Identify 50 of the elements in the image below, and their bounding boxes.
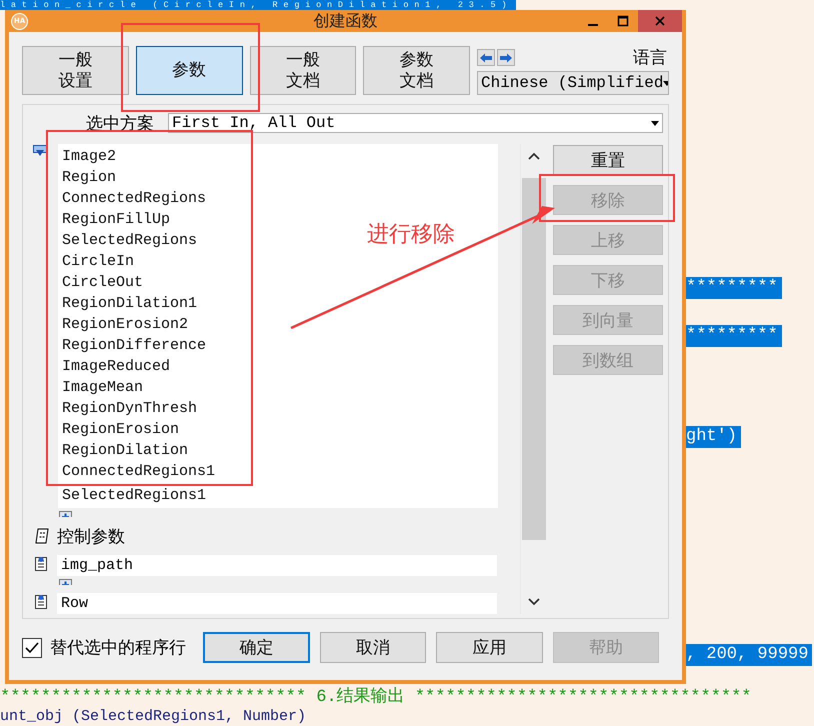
- tab[interactable]: 参数: [136, 46, 242, 95]
- code-line: ****************************** 6.结果输出 *********************************: [0, 688, 753, 708]
- annotation-text: 进行移除: [367, 221, 455, 249]
- parameter-icon: [35, 595, 47, 609]
- tab[interactable]: 一般设置: [22, 46, 129, 95]
- window-title: 创建函数: [314, 10, 378, 32]
- checkbox-label: 替代选中的程序行: [50, 637, 186, 659]
- add-icon[interactable]: [59, 511, 72, 517]
- tab[interactable]: 参数文档: [363, 46, 470, 95]
- tab[interactable]: 一般文档: [250, 46, 356, 95]
- dialog-button[interactable]: 取消: [320, 632, 426, 663]
- checkbox[interactable]: [22, 638, 42, 658]
- parameter-item[interactable]: Image2: [62, 146, 116, 167]
- parameter-item[interactable]: ImageMean: [62, 377, 144, 398]
- scrollbar[interactable]: [520, 144, 546, 614]
- scheme-dropdown[interactable]: First In, All Out: [168, 113, 663, 133]
- scroll-thumb[interactable]: [522, 178, 546, 540]
- language-label: 语言: [633, 47, 667, 69]
- object-parameter-icon: [33, 145, 47, 157]
- parameter-item[interactable]: ConnectedRegions: [62, 188, 206, 209]
- parameter-item[interactable]: SelectedRegions1: [62, 485, 206, 506]
- code-line: unt_obj (SelectedRegions1, Number): [0, 708, 308, 726]
- parameter-item[interactable]: ImageReduced: [62, 356, 170, 377]
- parameter-item[interactable]: SelectedRegions: [62, 230, 198, 251]
- parameter-item[interactable]: RegionFillUp: [62, 209, 170, 230]
- section-label: 控制参数: [57, 526, 125, 548]
- scroll-up-icon[interactable]: [528, 152, 540, 160]
- caret-icon[interactable]: [651, 120, 659, 126]
- parameter-item[interactable]: RegionDilation1: [62, 293, 198, 314]
- control-parameter-icon: [35, 528, 49, 544]
- parameter-item[interactable]: CircleOut: [62, 272, 144, 293]
- parameter-icon: [35, 557, 47, 571]
- language-dropdown[interactable]: Chinese (Simplified: [477, 71, 669, 95]
- parameter-item[interactable]: Region: [62, 167, 116, 188]
- dialog-button[interactable]: 确定: [203, 632, 310, 663]
- parameter-item[interactable]: RegionDifference: [62, 335, 206, 356]
- scroll-down-icon[interactable]: [528, 598, 540, 606]
- parameter-field[interactable]: img_path: [57, 555, 497, 576]
- add-icon[interactable]: [59, 579, 72, 585]
- parameter-item[interactable]: RegionErosion2: [62, 314, 188, 335]
- parameter-field[interactable]: Row: [57, 593, 497, 614]
- side-button[interactable]: 重置: [553, 145, 663, 175]
- dialog-button[interactable]: 应用: [436, 632, 543, 663]
- parameter-item[interactable]: ConnectedRegions1: [62, 461, 216, 482]
- parameter-item[interactable]: RegionDilation: [62, 440, 188, 461]
- parameter-item[interactable]: RegionErosion: [62, 419, 180, 440]
- checkmark-icon: [24, 640, 40, 654]
- close-icon[interactable]: [638, 10, 682, 32]
- parameter-item[interactable]: RegionDynThresh: [62, 398, 198, 419]
- parameter-item[interactable]: CircleIn: [62, 251, 134, 272]
